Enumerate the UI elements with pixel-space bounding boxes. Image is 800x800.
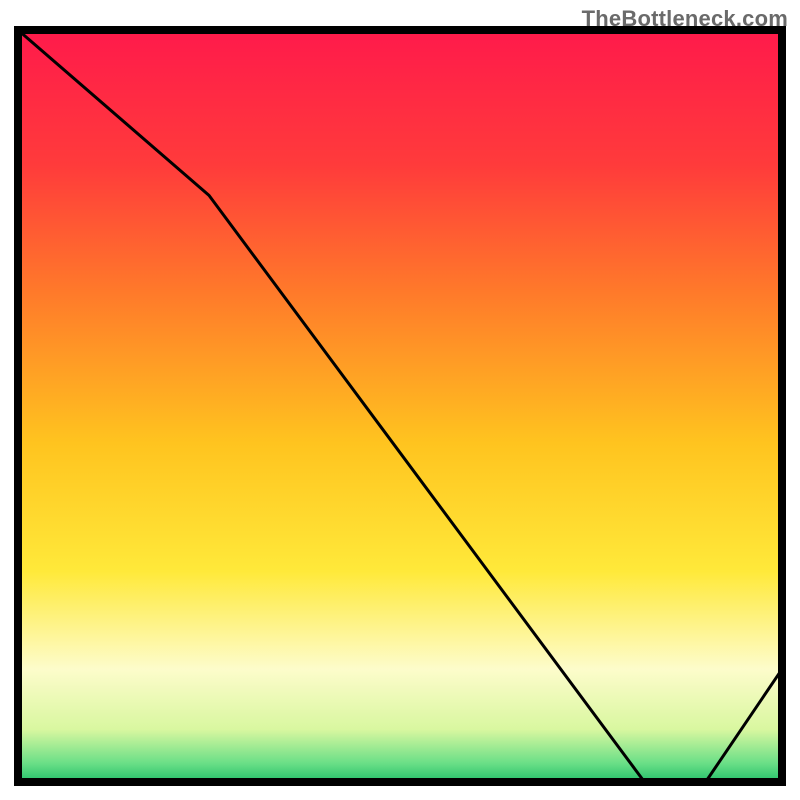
chart-container: TheBottleneck.com [0,0,800,800]
gradient-background [18,30,782,782]
chart-svg [0,0,800,800]
watermark-label: TheBottleneck.com [582,6,788,32]
plot-area [18,30,782,782]
